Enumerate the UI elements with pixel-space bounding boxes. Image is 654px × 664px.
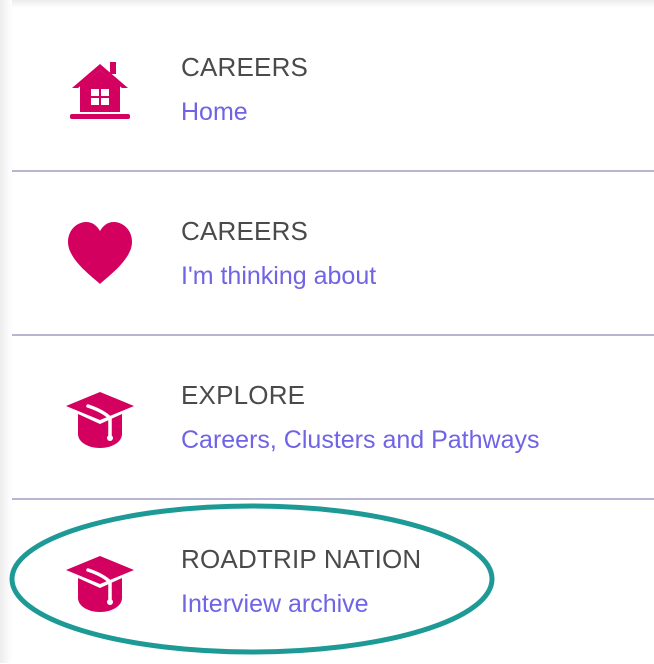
menu-item-careers-home[interactable]: CAREERS Home xyxy=(12,8,654,172)
career-menu: CAREERS Home CAREERS I'm thinking about xyxy=(12,8,654,664)
menu-item-careers-thinking[interactable]: CAREERS I'm thinking about xyxy=(12,172,654,336)
graduation-cap-icon xyxy=(64,382,136,454)
graduation-cap-icon xyxy=(64,546,136,618)
menu-item-explore[interactable]: EXPLORE Careers, Clusters and Pathways xyxy=(12,336,654,500)
menu-item-title: ROADTRIP NATION xyxy=(181,544,422,574)
menu-item-link[interactable]: Careers, Clusters and Pathways xyxy=(181,426,539,455)
menu-panel: CAREERS Home CAREERS I'm thinking about xyxy=(0,0,654,663)
menu-item-title: EXPLORE xyxy=(181,380,306,410)
house-icon xyxy=(64,54,136,126)
menu-item-title: CAREERS xyxy=(181,216,309,246)
panel-top-shadow xyxy=(0,0,654,8)
menu-item-title: CAREERS xyxy=(181,52,309,82)
menu-item-link[interactable]: Home xyxy=(181,98,248,127)
menu-item-link[interactable]: I'm thinking about xyxy=(181,262,376,291)
menu-item-roadtrip-nation[interactable]: ROADTRIP NATION Interview archive xyxy=(12,500,654,664)
heart-icon xyxy=(64,218,136,290)
menu-item-link[interactable]: Interview archive xyxy=(181,590,369,619)
panel-left-shadow xyxy=(0,0,12,663)
